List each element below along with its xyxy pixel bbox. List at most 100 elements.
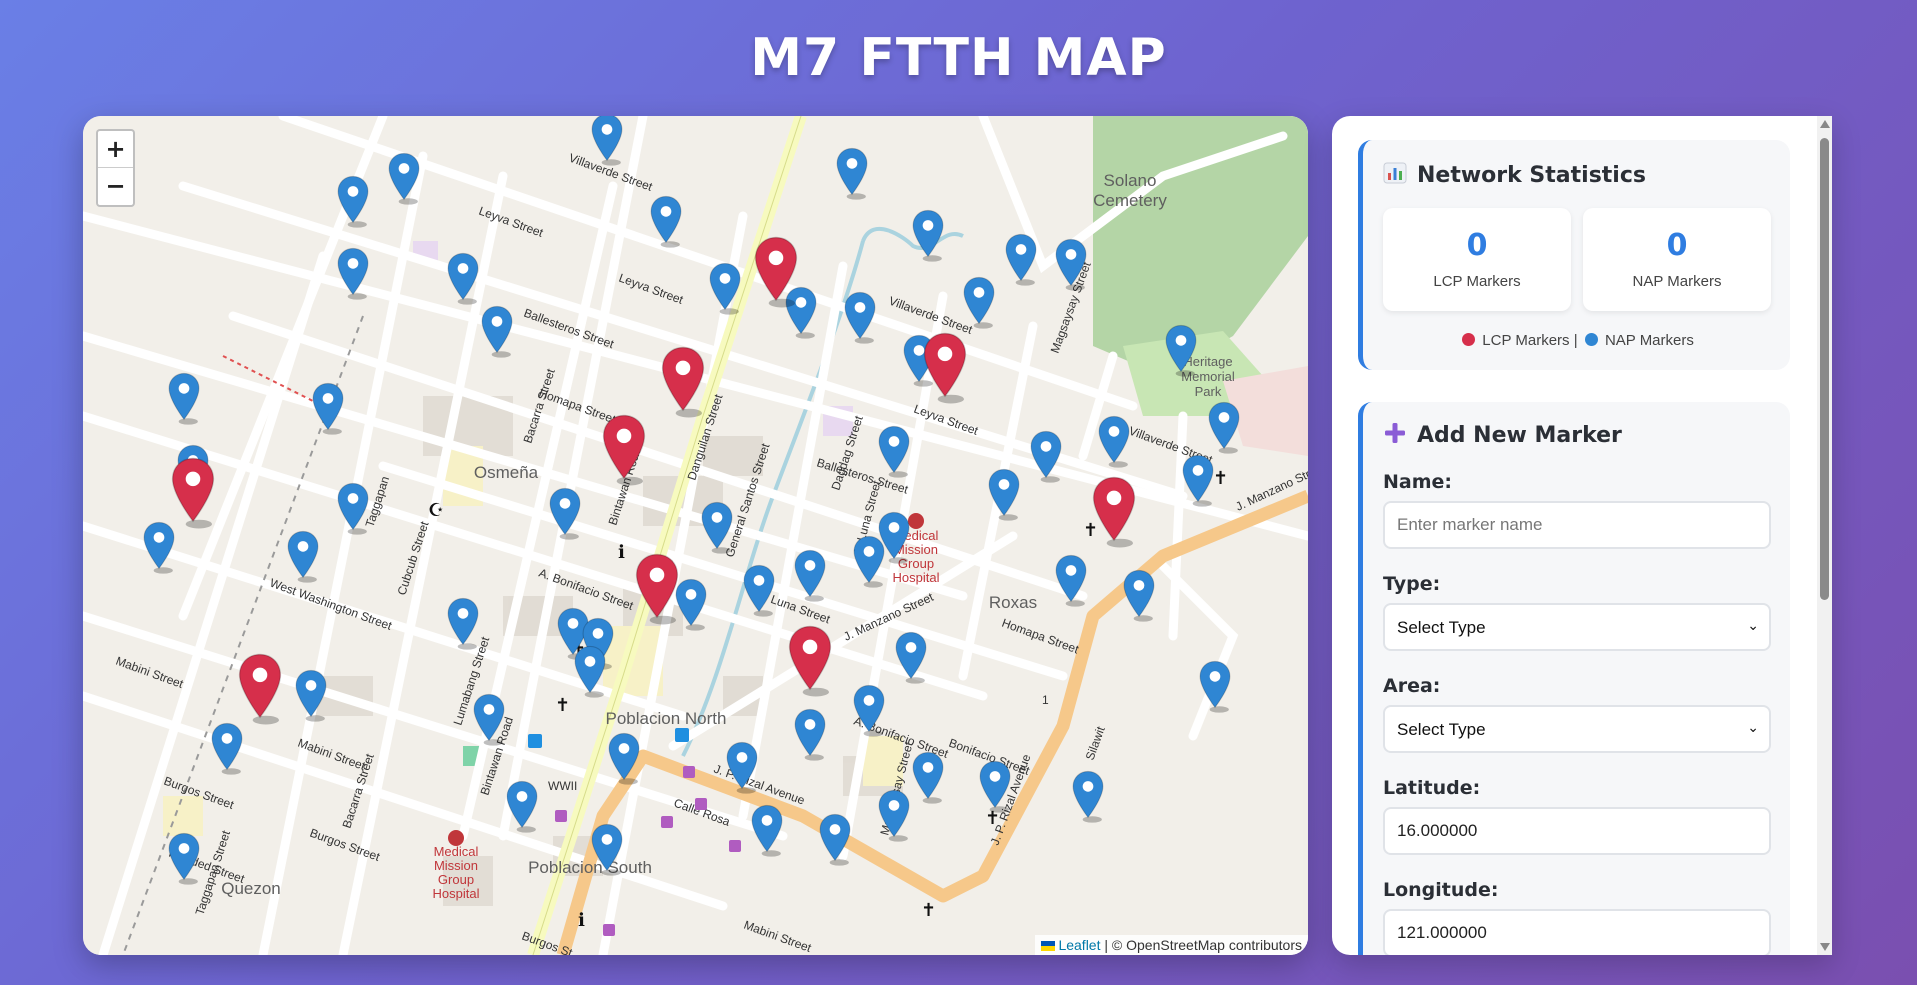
- nap-marker[interactable]: [337, 245, 369, 301]
- nap-marker[interactable]: [1030, 428, 1062, 484]
- hospital-icon: [448, 830, 464, 846]
- leaflet-link[interactable]: Leaflet: [1058, 937, 1100, 953]
- lcp-marker[interactable]: [171, 457, 215, 529]
- scroll-down-arrow-icon[interactable]: [1820, 943, 1830, 951]
- map-view[interactable]: Solano Cemetery Heritage Memorial Park O…: [83, 116, 1308, 955]
- longitude-input[interactable]: [1383, 909, 1771, 955]
- nap-marker[interactable]: [853, 682, 885, 738]
- type-select[interactable]: Select Type: [1383, 603, 1771, 651]
- nap-marker[interactable]: [1072, 768, 1104, 824]
- scrollbar-thumb[interactable]: [1820, 138, 1829, 600]
- nap-marker[interactable]: [388, 150, 420, 206]
- lcp-marker[interactable]: [635, 553, 679, 625]
- nap-pin-icon: [1199, 660, 1231, 713]
- lcp-marker[interactable]: [754, 236, 798, 308]
- lcp-marker[interactable]: [923, 332, 967, 404]
- shop-icon: [729, 840, 741, 852]
- place-label: Roxas: [989, 593, 1037, 612]
- lcp-pin-icon: [171, 457, 214, 529]
- lcp-marker[interactable]: [602, 414, 646, 486]
- nap-marker[interactable]: [1182, 452, 1214, 508]
- nap-marker[interactable]: [1123, 567, 1155, 623]
- nap-pin-icon: [473, 694, 504, 746]
- nap-marker[interactable]: [701, 499, 733, 555]
- nap-marker[interactable]: [794, 547, 826, 603]
- scroll-up-arrow-icon[interactable]: [1820, 120, 1830, 128]
- nap-stat-box: 0 NAP Markers: [1583, 208, 1771, 311]
- nap-marker[interactable]: [963, 274, 995, 330]
- nap-marker[interactable]: [675, 576, 707, 632]
- shop-icon: [683, 766, 695, 778]
- nap-marker[interactable]: [853, 533, 885, 589]
- nap-marker[interactable]: [295, 667, 327, 723]
- nap-marker[interactable]: [1005, 231, 1037, 287]
- nap-pin-icon: [1182, 454, 1214, 507]
- nap-marker[interactable]: [988, 466, 1020, 522]
- sidebar-scrollbar[interactable]: [1817, 116, 1832, 955]
- nap-marker[interactable]: [1208, 399, 1240, 455]
- lcp-marker[interactable]: [238, 653, 282, 725]
- nap-marker[interactable]: [912, 207, 944, 263]
- nap-marker[interactable]: [1055, 236, 1087, 292]
- nap-marker[interactable]: [743, 562, 775, 618]
- nap-marker[interactable]: [726, 739, 758, 795]
- nap-marker[interactable]: [481, 303, 513, 359]
- nap-pin-icon: [143, 521, 175, 574]
- nap-marker[interactable]: [709, 260, 741, 316]
- nap-marker[interactable]: [979, 758, 1011, 814]
- nap-marker[interactable]: [473, 691, 505, 747]
- hospital-label: Group: [438, 872, 474, 887]
- nap-pin-icon: [337, 176, 369, 229]
- nap-pin-icon: [1055, 555, 1087, 607]
- nap-marker[interactable]: [844, 289, 876, 345]
- nap-marker[interactable]: [312, 380, 344, 436]
- nap-marker[interactable]: [337, 173, 369, 229]
- nap-pin-icon: [447, 253, 479, 305]
- hospital-label: Hospital: [433, 886, 480, 901]
- nap-pin-icon: [650, 195, 682, 248]
- nap-marker[interactable]: [591, 116, 623, 167]
- nap-marker[interactable]: [878, 787, 910, 843]
- nap-marker[interactable]: [650, 193, 682, 249]
- nap-marker[interactable]: [591, 821, 623, 877]
- nap-marker[interactable]: [287, 528, 319, 584]
- lcp-marker[interactable]: [1092, 476, 1136, 548]
- hospital-label: Hospital: [893, 570, 940, 585]
- nap-marker[interactable]: [912, 749, 944, 805]
- nap-marker[interactable]: [794, 706, 826, 762]
- nap-marker[interactable]: [819, 811, 851, 867]
- nap-marker[interactable]: [836, 145, 868, 201]
- nap-marker[interactable]: [337, 480, 369, 536]
- nap-marker[interactable]: [878, 423, 910, 479]
- place-label: Solano: [1104, 171, 1157, 190]
- nap-marker[interactable]: [168, 370, 200, 426]
- nap-marker[interactable]: [143, 519, 175, 575]
- nap-marker[interactable]: [1055, 552, 1087, 608]
- nap-marker[interactable]: [506, 778, 538, 834]
- lcp-marker[interactable]: [661, 346, 705, 418]
- zoom-out-button[interactable]: −: [98, 168, 133, 205]
- nap-marker[interactable]: [574, 643, 606, 699]
- nap-pin-icon: [608, 732, 640, 785]
- nap-marker[interactable]: [1098, 413, 1130, 469]
- nap-marker[interactable]: [447, 595, 479, 651]
- name-label: Name:: [1383, 471, 1453, 493]
- area-select[interactable]: Select Type: [1383, 705, 1771, 753]
- nap-marker[interactable]: [751, 802, 783, 858]
- marker-name-input[interactable]: [1383, 501, 1771, 549]
- zoom-in-button[interactable]: +: [98, 131, 133, 168]
- nap-marker[interactable]: [608, 730, 640, 786]
- nap-pin-icon: [726, 742, 758, 794]
- nap-dot-icon: [1584, 333, 1598, 346]
- nap-marker[interactable]: [549, 485, 581, 541]
- nap-marker[interactable]: [211, 720, 243, 776]
- nap-marker[interactable]: [168, 830, 200, 886]
- latitude-input[interactable]: [1383, 807, 1771, 855]
- nap-pin-icon: [447, 598, 479, 651]
- nap-marker[interactable]: [447, 250, 479, 306]
- nap-pin-icon: [878, 790, 910, 842]
- lcp-marker[interactable]: [788, 625, 832, 696]
- nap-marker[interactable]: [1165, 322, 1197, 378]
- nap-marker[interactable]: [1199, 658, 1231, 714]
- nap-marker[interactable]: [895, 629, 927, 685]
